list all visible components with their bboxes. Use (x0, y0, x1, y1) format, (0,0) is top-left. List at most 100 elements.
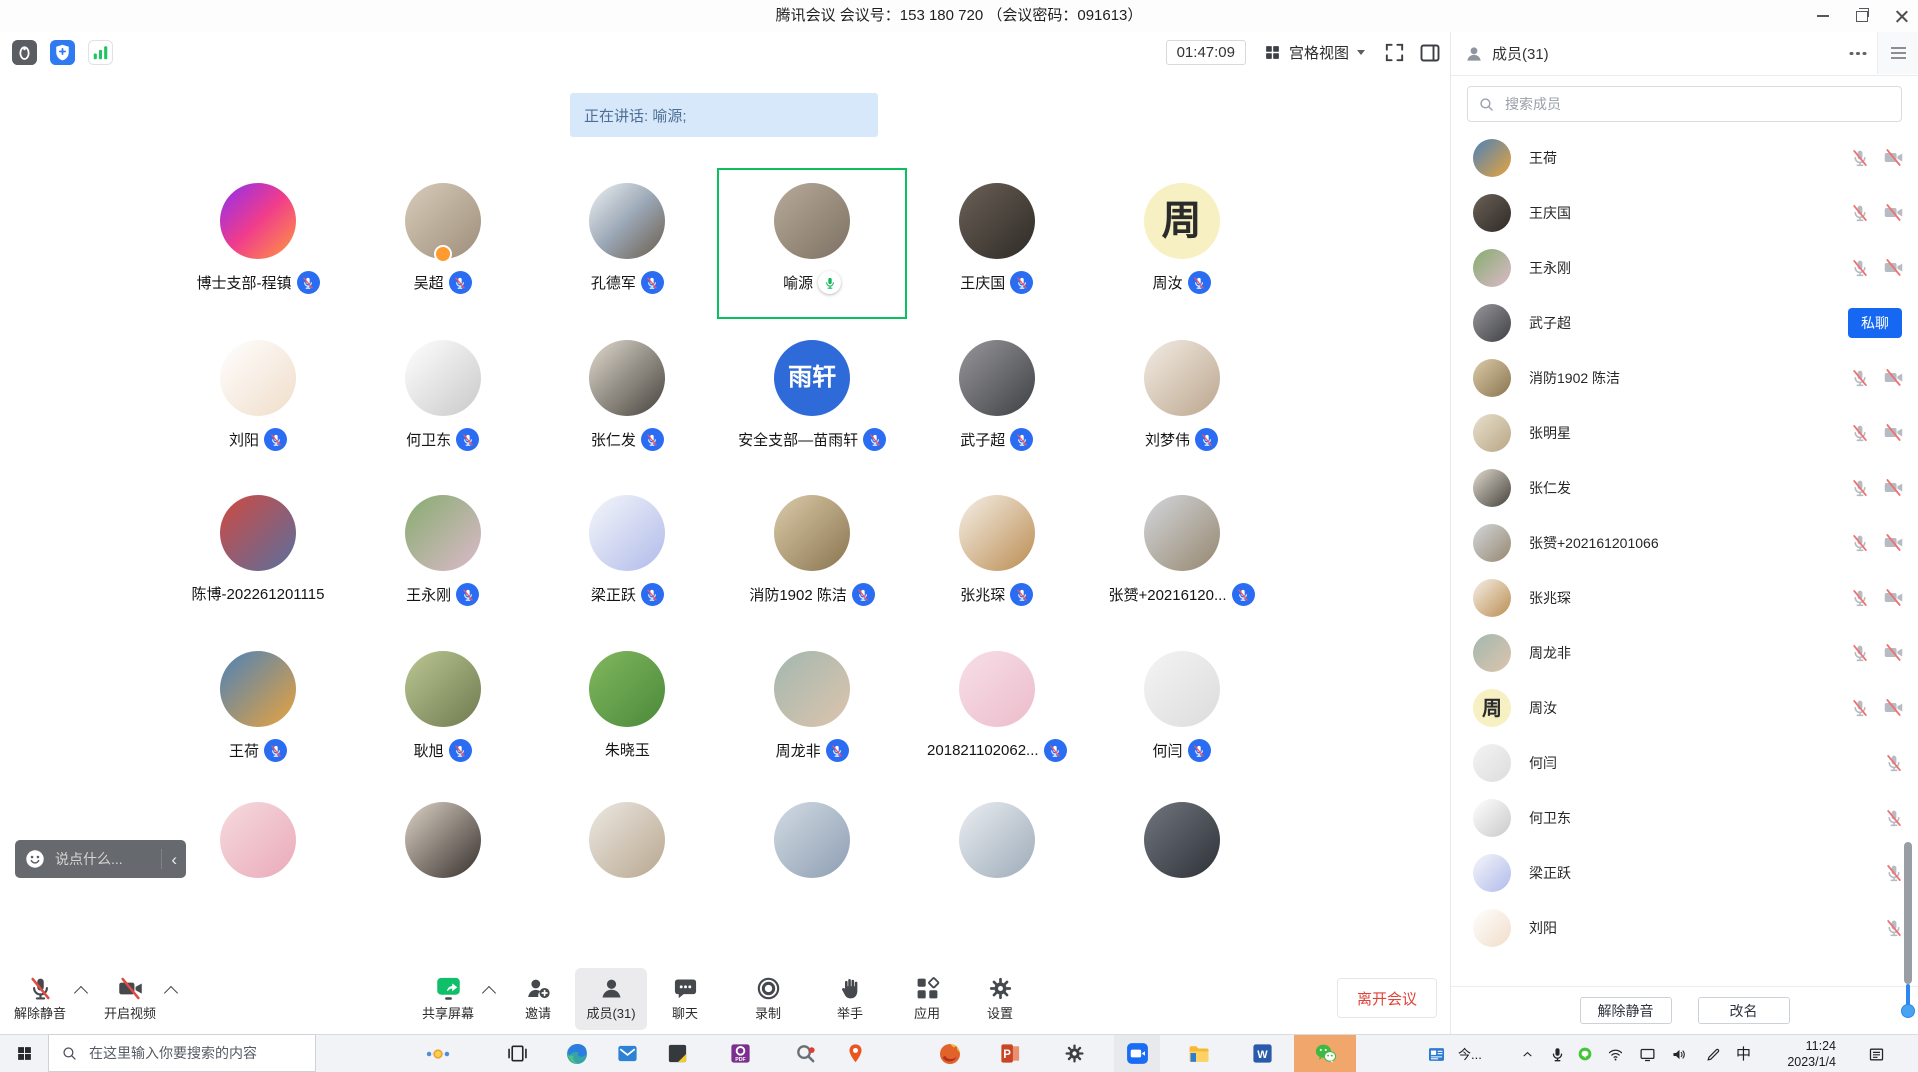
member-row[interactable]: 王永刚 (1451, 240, 1918, 295)
member-camera-muted-icon[interactable] (1883, 697, 1904, 718)
member-camera-muted-icon[interactable] (1883, 587, 1904, 608)
member-camera-muted-icon[interactable] (1883, 642, 1904, 663)
mic-muted-icon[interactable] (1195, 428, 1218, 451)
mic-muted-icon[interactable] (1010, 583, 1033, 606)
member-mic-muted-icon[interactable] (1850, 478, 1870, 498)
mic-muted-icon[interactable] (1010, 428, 1033, 451)
member-row[interactable]: 何闫 (1451, 735, 1918, 790)
member-mic-muted-icon[interactable] (1884, 863, 1904, 883)
expand-chevron-icon[interactable] (482, 986, 496, 1000)
toolbar-cam-off-button[interactable]: 开启视频 (98, 974, 162, 1023)
toolbar-chat-button[interactable]: 聊天 (653, 974, 717, 1023)
mic-muted-icon[interactable] (641, 583, 664, 606)
chat-placeholder[interactable]: 说点什么... (55, 849, 152, 869)
taskbar-app-widgets-icon[interactable] (392, 1035, 484, 1072)
member-mic-muted-icon[interactable] (1850, 368, 1870, 388)
member-camera-muted-icon[interactable] (1883, 477, 1904, 498)
member-row[interactable]: 张明星 (1451, 405, 1918, 460)
toolbar-invite-button[interactable]: 邀请 (506, 974, 570, 1023)
unmute-self-button[interactable]: 解除静音 (1580, 997, 1672, 1024)
participant-avatar-partial[interactable] (220, 802, 296, 878)
member-search-input[interactable] (1503, 95, 1891, 113)
member-row[interactable]: 何卫东 (1451, 790, 1918, 845)
toolbar-members-button[interactable]: 成员(31) (575, 968, 647, 1030)
private-chat-button[interactable]: 私聊 (1848, 308, 1902, 338)
window-minimize-icon[interactable] (1817, 15, 1829, 17)
security-shield-icon[interactable] (50, 40, 75, 65)
member-camera-muted-icon[interactable] (1883, 367, 1904, 388)
toolbar-share-screen-button[interactable]: 共享屏幕 (416, 974, 480, 1023)
member-row[interactable]: 刘阳 (1451, 900, 1918, 955)
mic-muted-icon[interactable] (1188, 271, 1211, 294)
participant-tile[interactable]: 喻源 (720, 183, 904, 294)
weather-tray-label[interactable]: 今... (1458, 1035, 1482, 1072)
participant-tile[interactable]: 王荷 (166, 651, 350, 762)
member-row[interactable]: 消防1902 陈洁 (1451, 350, 1918, 405)
start-button[interactable] (0, 1035, 48, 1072)
participant-tile[interactable]: 周龙非 (720, 651, 904, 762)
taskbar-app-file-explorer-icon[interactable] (1176, 1035, 1222, 1072)
toolbar-mic-off-button[interactable]: 解除静音 (8, 974, 72, 1023)
participant-tile[interactable]: 陈博-202261201115 (166, 495, 350, 604)
taskbar-app-task-view-icon[interactable] (494, 1035, 540, 1072)
participant-tile[interactable]: 梁正跃 (535, 495, 719, 606)
side-panel-toggle-icon[interactable] (1418, 41, 1442, 65)
member-mic-muted-icon[interactable] (1850, 148, 1870, 168)
participant-avatar-partial[interactable] (405, 802, 481, 878)
member-mic-muted-icon[interactable] (1850, 588, 1870, 608)
participant-tile[interactable]: 消防1902 陈洁 (720, 495, 904, 606)
volume-tray-icon[interactable] (1669, 1044, 1689, 1064)
taskbar-app-settings-app-icon[interactable] (1051, 1035, 1097, 1072)
pen-tray-icon[interactable] (1703, 1044, 1723, 1064)
participant-tile[interactable]: 何闫 (1090, 651, 1274, 762)
more-options-icon[interactable] (1846, 42, 1870, 66)
taskbar-app-wechat-icon[interactable] (1294, 1035, 1356, 1072)
member-mic-muted-icon[interactable] (1850, 533, 1870, 553)
expand-chevron-icon[interactable] (74, 986, 88, 1000)
window-close-icon[interactable] (1895, 10, 1908, 23)
participant-tile[interactable]: 张兆琛 (905, 495, 1089, 606)
taskbar-app-powerpoint-icon[interactable]: P (987, 1035, 1033, 1072)
leave-meeting-button[interactable]: 离开会议 (1337, 978, 1437, 1018)
member-row[interactable]: 梁正跃 (1451, 845, 1918, 900)
member-row[interactable]: 周周汝 (1451, 680, 1918, 735)
member-row[interactable]: 张兆琛 (1451, 570, 1918, 625)
taskbar-app-foxit-pdf-icon[interactable]: PDF (717, 1035, 763, 1072)
taskbar-app-edge-icon[interactable] (554, 1035, 600, 1072)
participant-tile[interactable]: 博士支部-程镇 (166, 183, 350, 294)
collapse-chevron-icon[interactable]: ‹ (171, 851, 177, 868)
member-mic-muted-icon[interactable] (1884, 808, 1904, 828)
participant-tile[interactable]: 武子超 (905, 340, 1089, 451)
wechat-tray-icon[interactable] (1575, 1044, 1595, 1064)
toolbar-record-button[interactable]: 录制 (736, 974, 800, 1023)
member-camera-muted-icon[interactable] (1883, 147, 1904, 168)
toolbar-raise-hand-button[interactable]: 举手 (818, 974, 882, 1023)
member-row[interactable]: 武子超私聊 (1451, 295, 1918, 350)
taskbar-app-sticky-notes-icon[interactable] (654, 1035, 700, 1072)
mic-muted-icon[interactable] (449, 271, 472, 294)
hamburger-menu-icon[interactable] (1877, 32, 1918, 74)
mic-muted-icon[interactable] (264, 428, 287, 451)
chat-quick-input[interactable]: 说点什么... ‹ (15, 840, 186, 878)
participant-avatar-partial[interactable] (589, 802, 665, 878)
mic-muted-icon[interactable] (1044, 739, 1067, 762)
member-camera-muted-icon[interactable] (1883, 257, 1904, 278)
toolbar-settings-button[interactable]: 设置 (968, 974, 1032, 1023)
display-tray-icon[interactable] (1637, 1044, 1657, 1064)
member-mic-muted-icon[interactable] (1850, 423, 1870, 443)
view-mode-dropdown[interactable]: 宫格视图 (1258, 38, 1371, 67)
participant-tile[interactable]: 王庆国 (905, 183, 1089, 294)
participant-tile[interactable]: 刘梦伟 (1090, 340, 1274, 451)
window-restore-icon[interactable] (1856, 11, 1868, 22)
taskbar-app-tencent-meeting-icon[interactable] (1114, 1035, 1160, 1072)
network-quality-icon[interactable] (88, 40, 113, 65)
taskbar-clock[interactable]: 11:24 2023/1/4 (1760, 1038, 1836, 1070)
participant-tile[interactable]: 雨轩安全支部—苗雨轩 (720, 340, 904, 451)
member-mic-muted-icon[interactable] (1850, 258, 1870, 278)
taskbar-app-word-icon[interactable]: W (1239, 1035, 1285, 1072)
member-camera-muted-icon[interactable] (1883, 202, 1904, 223)
participant-tile[interactable]: 张赟+20216120... (1090, 495, 1274, 606)
participant-tile[interactable]: 刘阳 (166, 340, 350, 451)
mic-muted-icon[interactable] (456, 428, 479, 451)
mic-muted-icon[interactable] (641, 271, 664, 294)
